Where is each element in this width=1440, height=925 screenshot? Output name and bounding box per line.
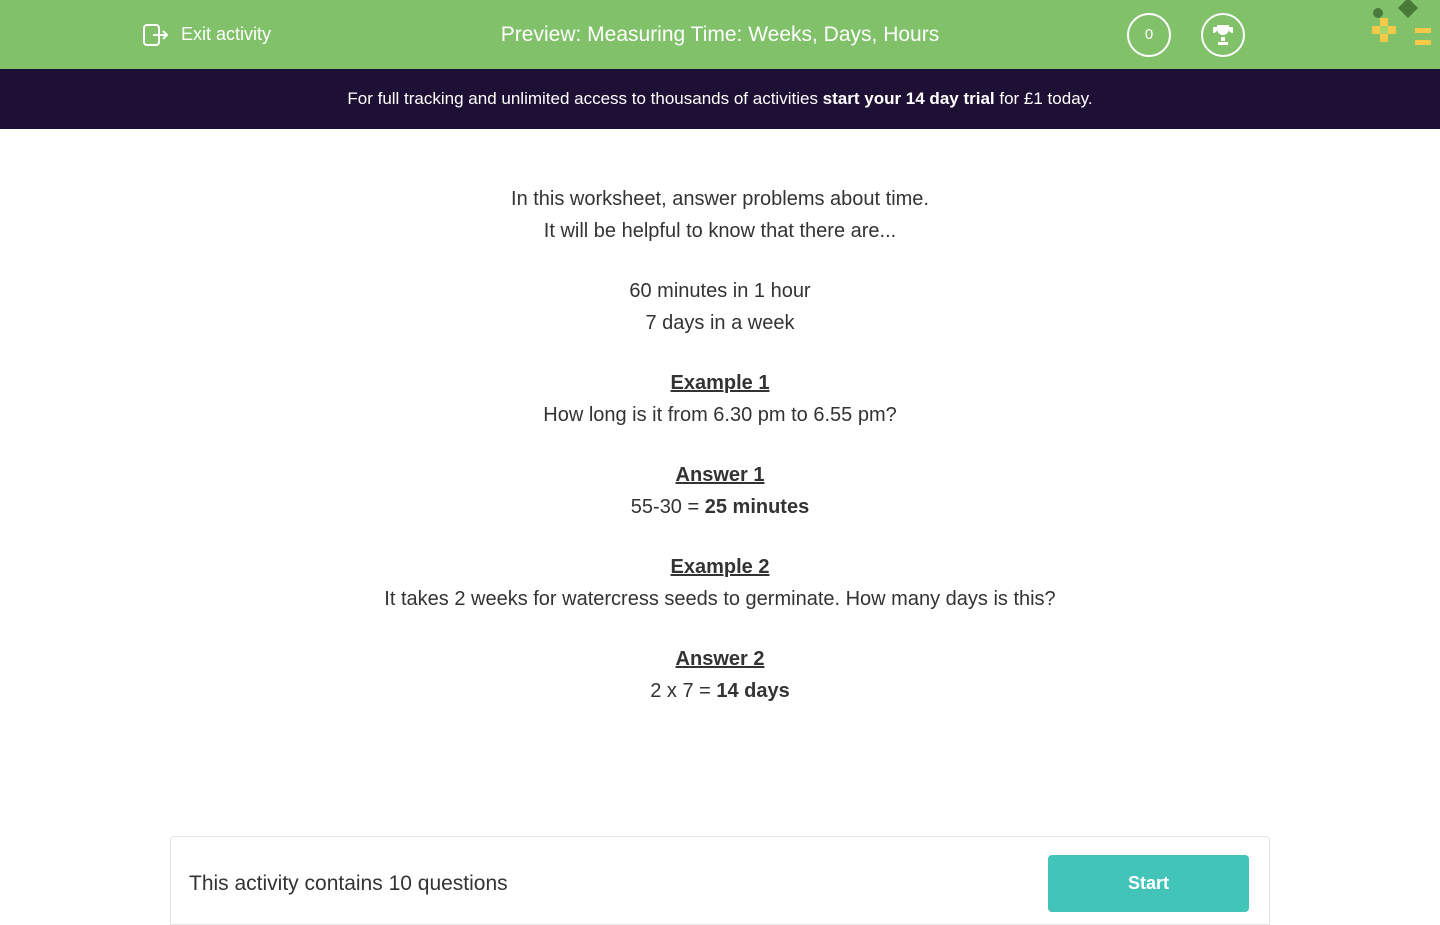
answer-2-bold: 14 days (716, 680, 789, 702)
answer-1-heading: Answer 1 (190, 460, 1250, 490)
promo-bold: start your 14 day trial (823, 89, 995, 108)
worksheet-content: In this worksheet, answer problems about… (170, 129, 1270, 746)
fact-2: 7 days in a week (190, 308, 1250, 338)
trophy-badge[interactable] (1201, 13, 1245, 57)
exit-activity-button[interactable]: Exit activity (143, 23, 271, 47)
answer-2-heading: Answer 2 (190, 644, 1250, 674)
question-count-text: This activity contains 10 questions (189, 872, 508, 896)
score-badge[interactable]: 0 (1127, 13, 1171, 57)
promo-suffix: for £1 today. (995, 89, 1093, 108)
brand-logo-decoration (1370, 0, 1435, 55)
footer-card: This activity contains 10 questions Star… (170, 836, 1270, 925)
promo-prefix: For full tracking and unlimited access t… (347, 89, 822, 108)
intro-line-2: It will be helpful to know that there ar… (190, 216, 1250, 246)
answer-1-text: 55-30 = 25 minutes (190, 492, 1250, 522)
header-right-controls: 0 (1127, 13, 1245, 57)
fact-1: 60 minutes in 1 hour (190, 276, 1250, 306)
answer-2-text: 2 x 7 = 14 days (190, 676, 1250, 706)
header-bar: Exit activity Preview: Measuring Time: W… (0, 0, 1440, 69)
exit-activity-label: Exit activity (181, 24, 271, 45)
page-title: Preview: Measuring Time: Weeks, Days, Ho… (501, 23, 939, 47)
trophy-icon (1211, 23, 1235, 47)
start-button[interactable]: Start (1048, 855, 1249, 912)
intro-line-1: In this worksheet, answer problems about… (190, 184, 1250, 214)
promo-banner[interactable]: For full tracking and unlimited access t… (0, 69, 1440, 129)
answer-1-bold: 25 minutes (705, 496, 809, 518)
example-1-heading: Example 1 (190, 368, 1250, 398)
example-2-heading: Example 2 (190, 552, 1250, 582)
answer-1-prefix: 55-30 = (631, 496, 705, 518)
score-value: 0 (1145, 26, 1153, 43)
answer-2-prefix: 2 x 7 = (650, 680, 716, 702)
exit-icon (143, 23, 169, 47)
example-2-text: It takes 2 weeks for watercress seeds to… (190, 584, 1250, 614)
example-1-text: How long is it from 6.30 pm to 6.55 pm? (190, 400, 1250, 430)
